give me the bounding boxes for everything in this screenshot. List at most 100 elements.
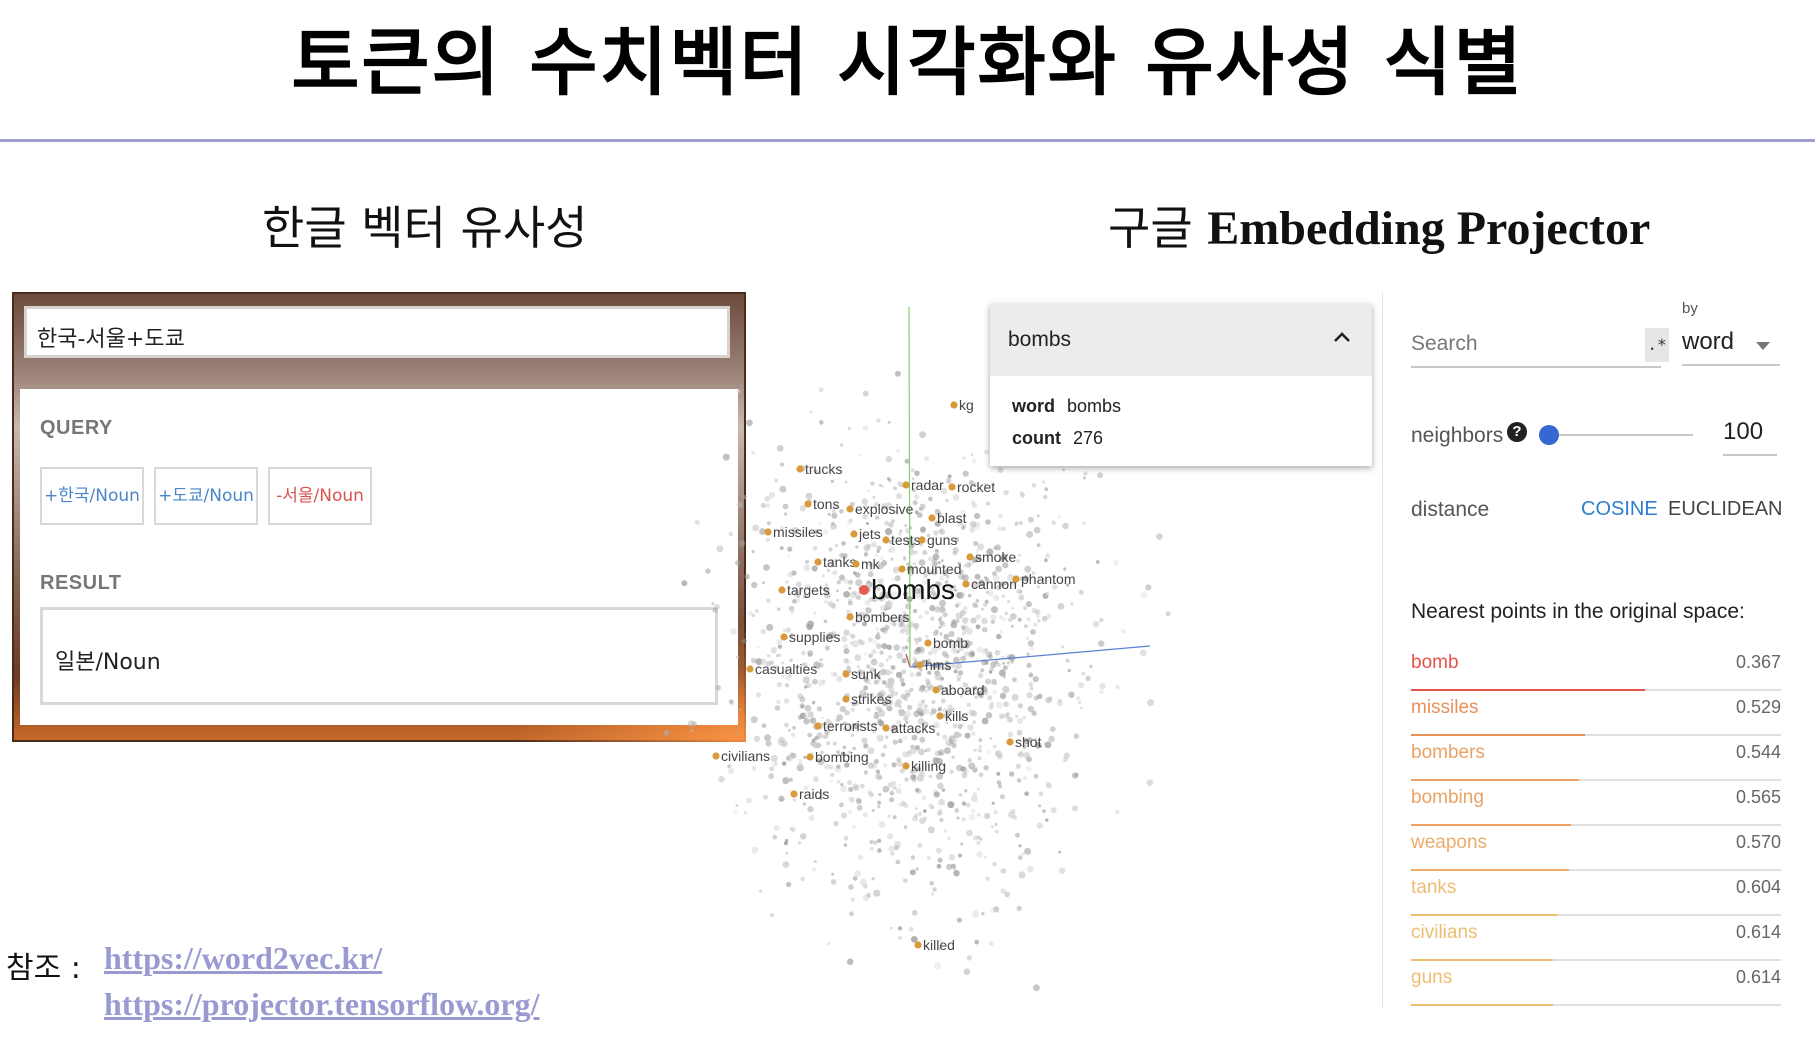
point-blast[interactable] — [928, 514, 936, 522]
point-label-explosive[interactable]: explosive — [855, 501, 914, 517]
point-label-smoke[interactable]: smoke — [975, 549, 1016, 565]
point-label-missiles[interactable]: missiles — [773, 524, 823, 540]
nearest-point-word[interactable]: bombing — [1411, 787, 1484, 809]
point-mk[interactable] — [852, 560, 860, 568]
point-label-phantom[interactable]: phantom — [1021, 571, 1075, 587]
point-phantom[interactable] — [1012, 575, 1020, 583]
point-label-cannon[interactable]: cannon — [971, 576, 1017, 592]
point-label-bombs[interactable]: bombs — [871, 574, 955, 605]
point-guns[interactable] — [918, 536, 926, 544]
nearest-point-word[interactable]: bomb — [1411, 652, 1459, 674]
nearest-point-word[interactable]: tanks — [1411, 877, 1456, 899]
point-explosive[interactable] — [846, 505, 854, 513]
nearest-point-word[interactable]: missiles — [1411, 697, 1479, 719]
point-raids[interactable] — [790, 790, 798, 798]
nearest-point-word[interactable]: bombers — [1411, 742, 1485, 764]
neighbors-slider-thumb[interactable] — [1539, 425, 1559, 445]
point-tons[interactable] — [804, 500, 812, 508]
point-label-attacks[interactable]: attacks — [891, 720, 935, 736]
point-label-rocket[interactable]: rocket — [957, 479, 995, 495]
point-label-kills[interactable]: kills — [945, 708, 968, 724]
point-tanks[interactable] — [814, 558, 822, 566]
point-label-hms[interactable]: hms — [925, 657, 951, 673]
point-killing[interactable] — [902, 762, 910, 770]
point-label-casualties[interactable]: casualties — [755, 661, 817, 677]
point-label-radar[interactable]: radar — [911, 477, 944, 493]
point-trucks[interactable] — [796, 465, 804, 473]
nearest-point-row[interactable]: tanks 0.604 — [1411, 871, 1781, 916]
nearest-point-row[interactable]: guns 0.614 — [1411, 961, 1781, 1006]
point-smoke[interactable] — [966, 553, 974, 561]
point-label-bombing[interactable]: bombing — [815, 749, 869, 765]
nearest-point-row[interactable]: civilians 0.614 — [1411, 916, 1781, 961]
nearest-point-word[interactable]: civilians — [1411, 922, 1478, 944]
point-label-kg[interactable]: kg — [959, 397, 974, 413]
regex-toggle[interactable]: .* — [1645, 328, 1669, 362]
query-chip-tokyo[interactable]: +도쿄/Noun — [154, 467, 258, 525]
point-cannon[interactable] — [962, 580, 970, 588]
point-label-sunk[interactable]: sunk — [851, 666, 882, 682]
point-label-civilians[interactable]: civilians — [721, 748, 770, 764]
point-label-raids[interactable]: raids — [799, 786, 829, 802]
point-label-killed[interactable]: killed — [923, 937, 955, 953]
query-chip-seoul[interactable]: -서울/Noun — [268, 467, 372, 525]
point-label-tanks[interactable]: tanks — [823, 554, 856, 570]
nearest-point-row[interactable]: bombers 0.544 — [1411, 736, 1781, 781]
nearest-point-row[interactable]: missiles 0.529 — [1411, 691, 1781, 736]
selected-point-header[interactable]: bombs — [990, 304, 1372, 376]
neighbors-slider-track[interactable] — [1543, 434, 1693, 436]
point-hms[interactable] — [916, 661, 924, 669]
point-radar[interactable] — [902, 481, 910, 489]
point-bombers[interactable] — [846, 613, 854, 621]
point-label-bomb[interactable]: bomb — [933, 635, 968, 651]
point-label-guns[interactable]: guns — [927, 532, 957, 548]
point-label-jets[interactable]: jets — [858, 526, 881, 542]
point-bombs[interactable] — [859, 585, 869, 595]
point-label-targets[interactable]: targets — [787, 582, 830, 598]
point-label-strikes[interactable]: strikes — [851, 691, 891, 707]
query-chip-korea[interactable]: +한국/Noun — [40, 467, 144, 525]
point-label-tons[interactable]: tons — [813, 496, 839, 512]
point-label-terrorists[interactable]: terrorists — [823, 718, 877, 734]
reference-link-projector[interactable]: https://projector.tensorflow.org/ — [104, 986, 540, 1023]
point-kg[interactable] — [950, 401, 958, 409]
nearest-point-word[interactable]: weapons — [1411, 832, 1487, 854]
point-jets[interactable] — [850, 530, 858, 538]
point-missiles[interactable] — [764, 528, 772, 536]
point-label-bombers[interactable]: bombers — [855, 609, 909, 625]
point-label-aboard[interactable]: aboard — [941, 682, 985, 698]
point-casualties[interactable] — [746, 665, 754, 673]
point-mounted[interactable] — [898, 565, 906, 573]
chevron-up-icon[interactable] — [1330, 326, 1354, 350]
nearest-point-row[interactable]: bomb 0.367 — [1411, 646, 1781, 691]
point-label-trucks[interactable]: trucks — [805, 461, 842, 477]
point-strikes[interactable] — [842, 695, 850, 703]
nearest-point-row[interactable]: bombing 0.565 — [1411, 781, 1781, 826]
search-input[interactable]: Search — [1411, 332, 1661, 368]
point-attacks[interactable] — [882, 724, 890, 732]
point-terrorists[interactable] — [814, 722, 822, 730]
point-label-killing[interactable]: killing — [911, 758, 946, 774]
point-bomb[interactable] — [924, 639, 932, 647]
point-aboard[interactable] — [932, 686, 940, 694]
point-rocket[interactable] — [948, 483, 956, 491]
neighbors-input[interactable]: 100 — [1723, 418, 1777, 456]
point-supplies[interactable] — [780, 633, 788, 641]
point-tests[interactable] — [882, 536, 890, 544]
point-label-blast[interactable]: blast — [937, 510, 967, 526]
reference-link-word2vec[interactable]: https://word2vec.kr/ — [104, 940, 382, 977]
nearest-point-row[interactable]: weapons 0.570 — [1411, 826, 1781, 871]
point-sunk[interactable] — [842, 670, 850, 678]
point-civilians[interactable] — [712, 752, 720, 760]
point-targets[interactable] — [778, 586, 786, 594]
distance-cosine-button[interactable]: COSINE — [1581, 498, 1658, 521]
point-label-shot[interactable]: shot — [1015, 734, 1042, 750]
point-label-tests[interactable]: tests — [891, 532, 921, 548]
point-label-mk[interactable]: mk — [861, 556, 881, 572]
nearest-point-word[interactable]: guns — [1411, 967, 1452, 989]
search-by-select[interactable]: word — [1682, 328, 1780, 366]
point-killed[interactable] — [914, 941, 922, 949]
help-icon[interactable]: ? — [1507, 422, 1527, 442]
point-shot[interactable] — [1006, 738, 1014, 746]
point-label-supplies[interactable]: supplies — [789, 629, 840, 645]
